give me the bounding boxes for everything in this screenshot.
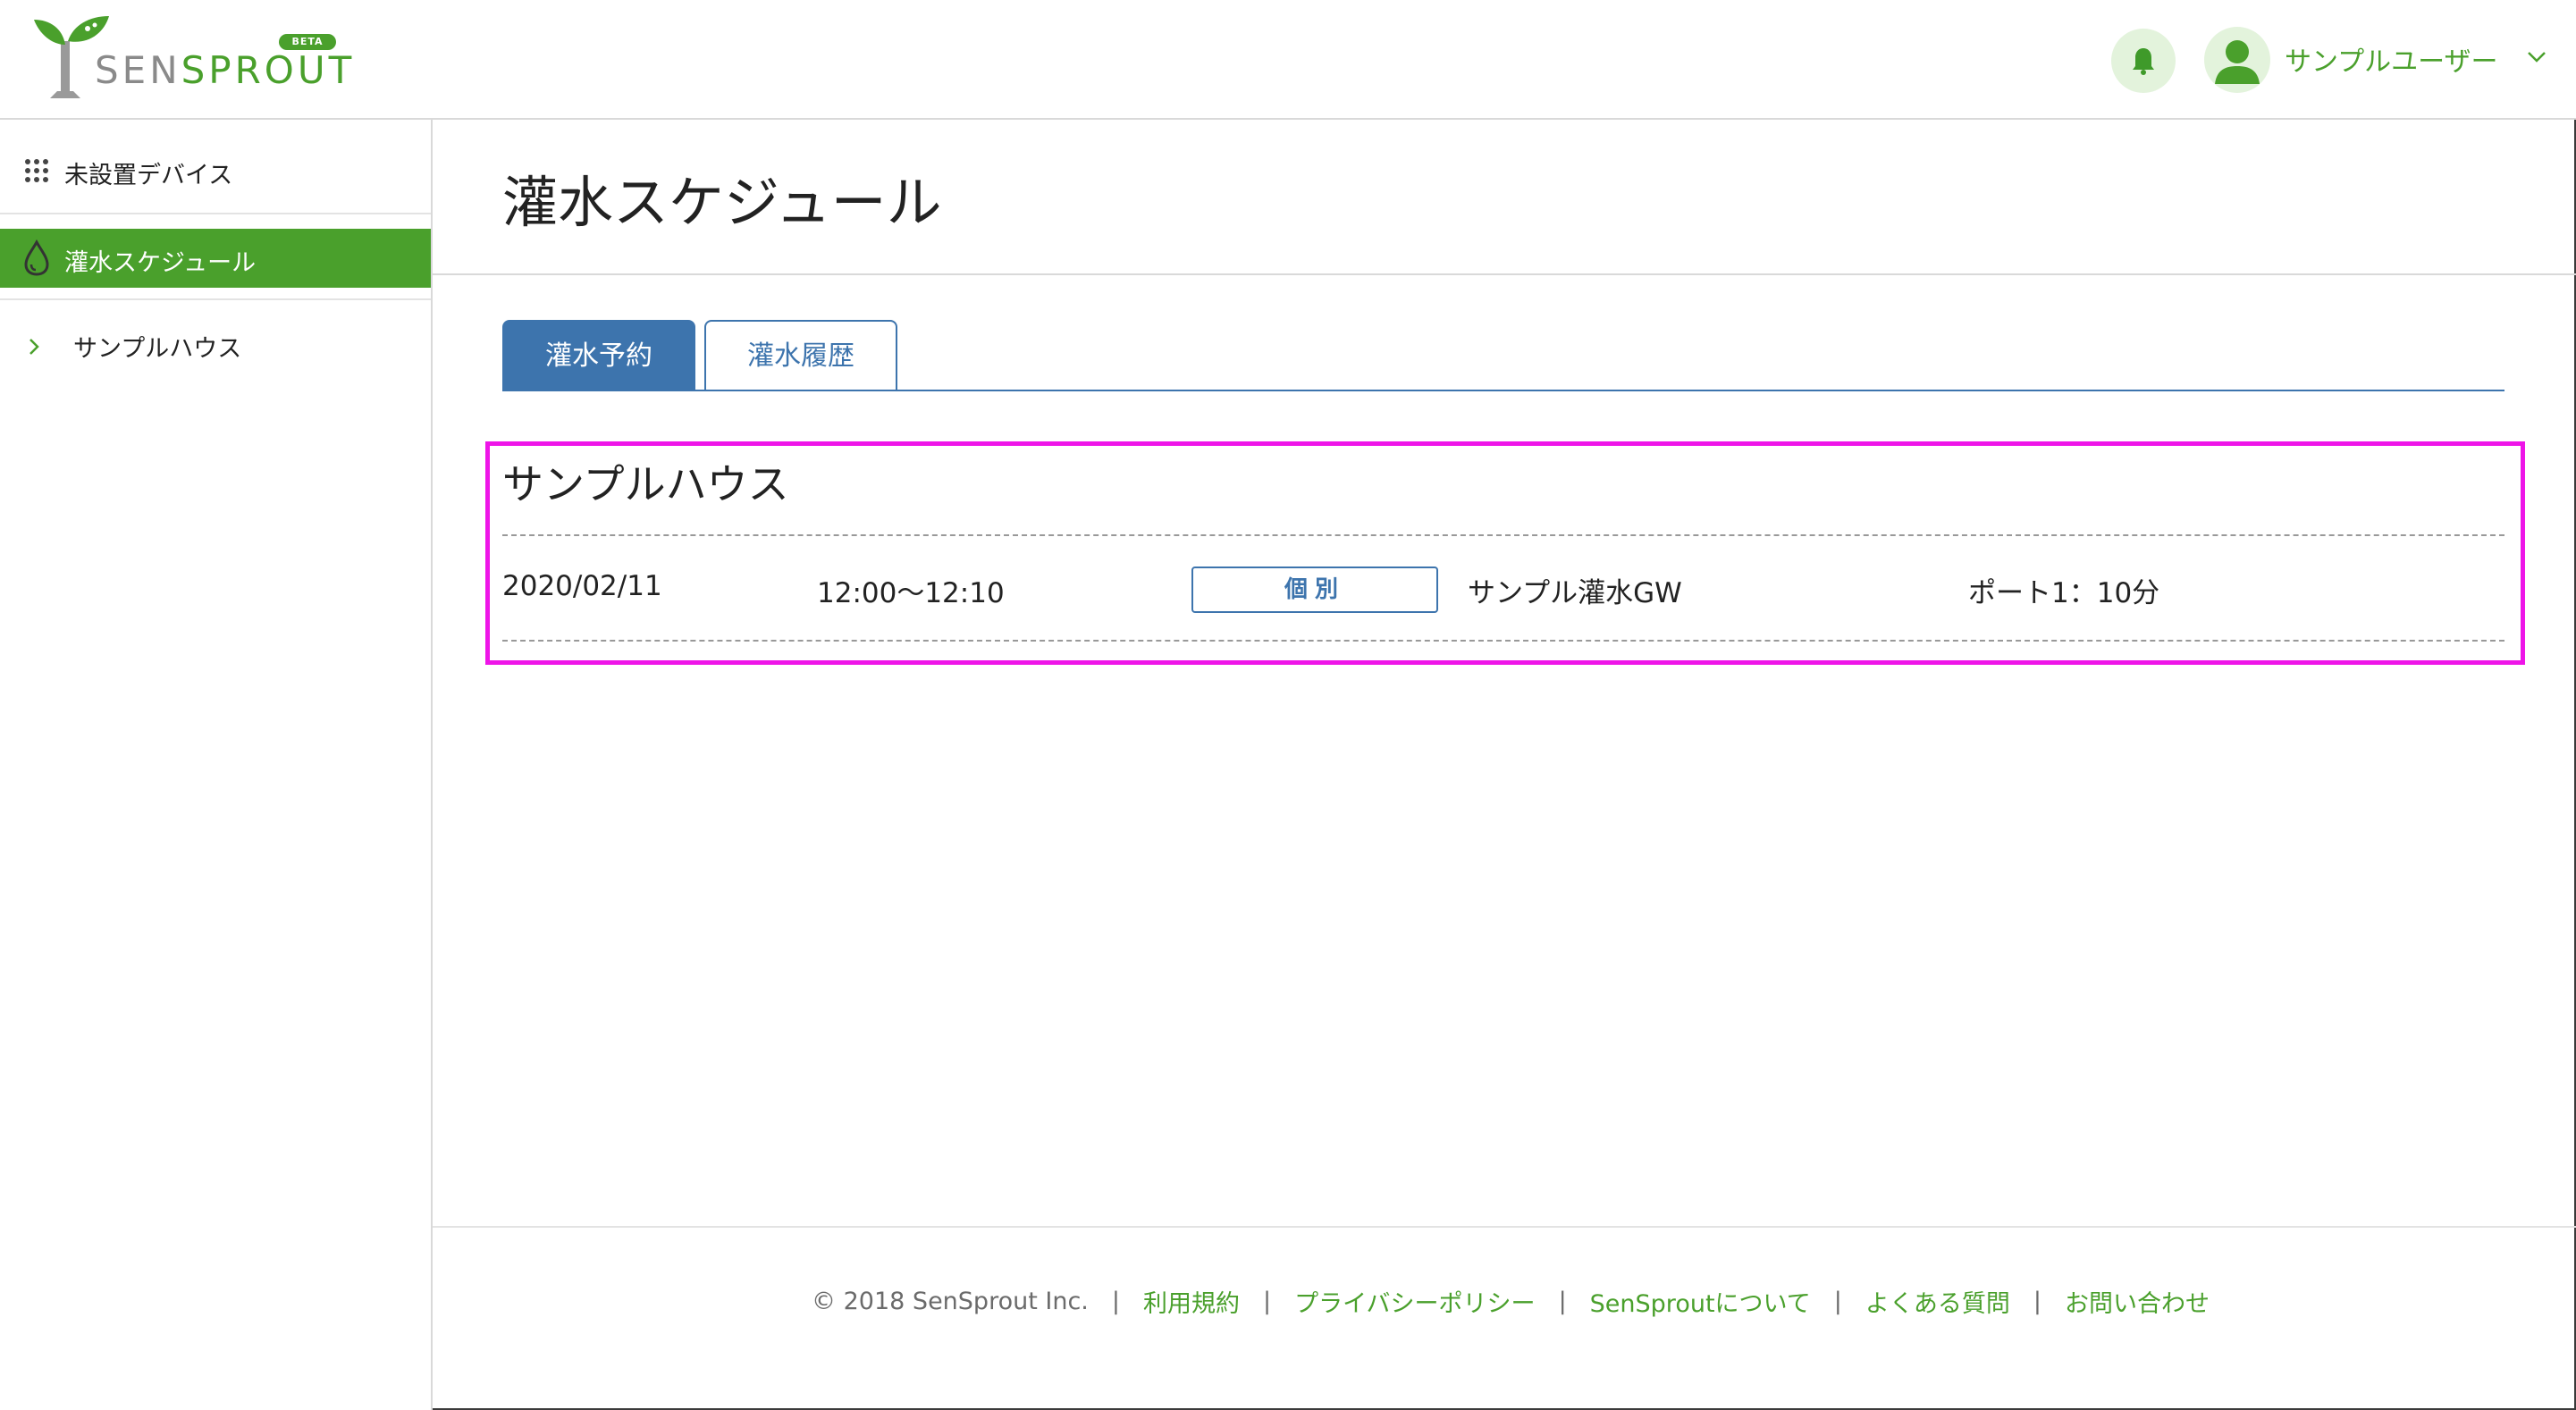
user-avatar[interactable]: [2204, 27, 2270, 93]
sensprout-logo[interactable]: SENSPROUT BETA: [32, 14, 351, 104]
sidebar-item-sample-house[interactable]: サンプルハウス: [0, 315, 431, 373]
footer: © 2018 SenSprout Inc. | 利用規約 | プライバシーポリシ…: [812, 1283, 2210, 1319]
notification-button[interactable]: [2111, 29, 2176, 93]
bell-icon: [2133, 48, 2154, 75]
house-name-heading: サンプルハウス: [502, 460, 789, 508]
user-name-menu[interactable]: サンプルユーザー: [2285, 39, 2498, 79]
footer-divider: [433, 1226, 2576, 1228]
sidebar-item-label: サンプルハウス: [73, 335, 242, 363]
footer-separator: |: [1111, 1287, 1120, 1315]
copyright-text: © 2018 SenSprout Inc.: [812, 1287, 1089, 1315]
footer-link-terms[interactable]: 利用規約: [1143, 1284, 1240, 1319]
footer-link-contact[interactable]: お問い合わせ: [2065, 1284, 2210, 1319]
schedule-port: ポート1：10分: [1968, 577, 2160, 609]
row-divider-top: [502, 534, 2504, 536]
sidebar-divider: [0, 213, 431, 214]
sidebar-divider: [0, 298, 431, 300]
footer-separator: |: [1833, 1287, 1842, 1315]
tab-irrigation-history[interactable]: 灌水履歴: [704, 320, 897, 391]
row-divider-bottom: [502, 640, 2504, 642]
highlight-box: [485, 441, 2525, 665]
sidebar-item-irrigation-schedule[interactable]: 灌水スケジュール: [0, 229, 431, 288]
water-drop-icon: [24, 239, 49, 276]
schedule-type-badge: 個別: [1191, 567, 1438, 613]
schedule-gateway: サンプル灌水GW: [1468, 577, 1682, 609]
logo-wordmark: SENSPROUT: [95, 48, 356, 92]
footer-separator: |: [1262, 1287, 1272, 1315]
tab-underline: [502, 390, 2504, 391]
chevron-down-icon[interactable]: [2524, 45, 2549, 70]
footer-link-about[interactable]: SenSproutについて: [1590, 1284, 1811, 1319]
schedule-time: 12:00〜12:10: [817, 577, 1005, 609]
page-title: 灌水スケジュール: [502, 170, 942, 235]
sidebar-item-uninstalled-devices[interactable]: 未設置デバイス: [0, 141, 431, 200]
sidebar-item-label: 未設置デバイス: [64, 162, 233, 189]
chevron-right-icon: [29, 339, 39, 355]
sidebar: 未設置デバイス 灌水スケジュール サンプルハウス: [0, 120, 433, 1410]
schedule-date: 2020/02/11: [502, 570, 662, 602]
sidebar-item-label: 灌水スケジュール: [64, 249, 257, 277]
user-icon: [2215, 40, 2260, 84]
top-header: SENSPROUT BETA サンプルユーザー: [0, 0, 2576, 120]
footer-separator: |: [1558, 1287, 1567, 1315]
footer-link-faq[interactable]: よくある質問: [1865, 1284, 2010, 1319]
grid-icon: [25, 159, 48, 182]
beta-badge: BETA: [279, 34, 336, 50]
title-divider: [433, 273, 2576, 275]
footer-link-privacy[interactable]: プライバシーポリシー: [1294, 1284, 1535, 1319]
tab-irrigation-reservation[interactable]: 灌水予約: [502, 320, 695, 391]
footer-separator: |: [2033, 1287, 2041, 1315]
